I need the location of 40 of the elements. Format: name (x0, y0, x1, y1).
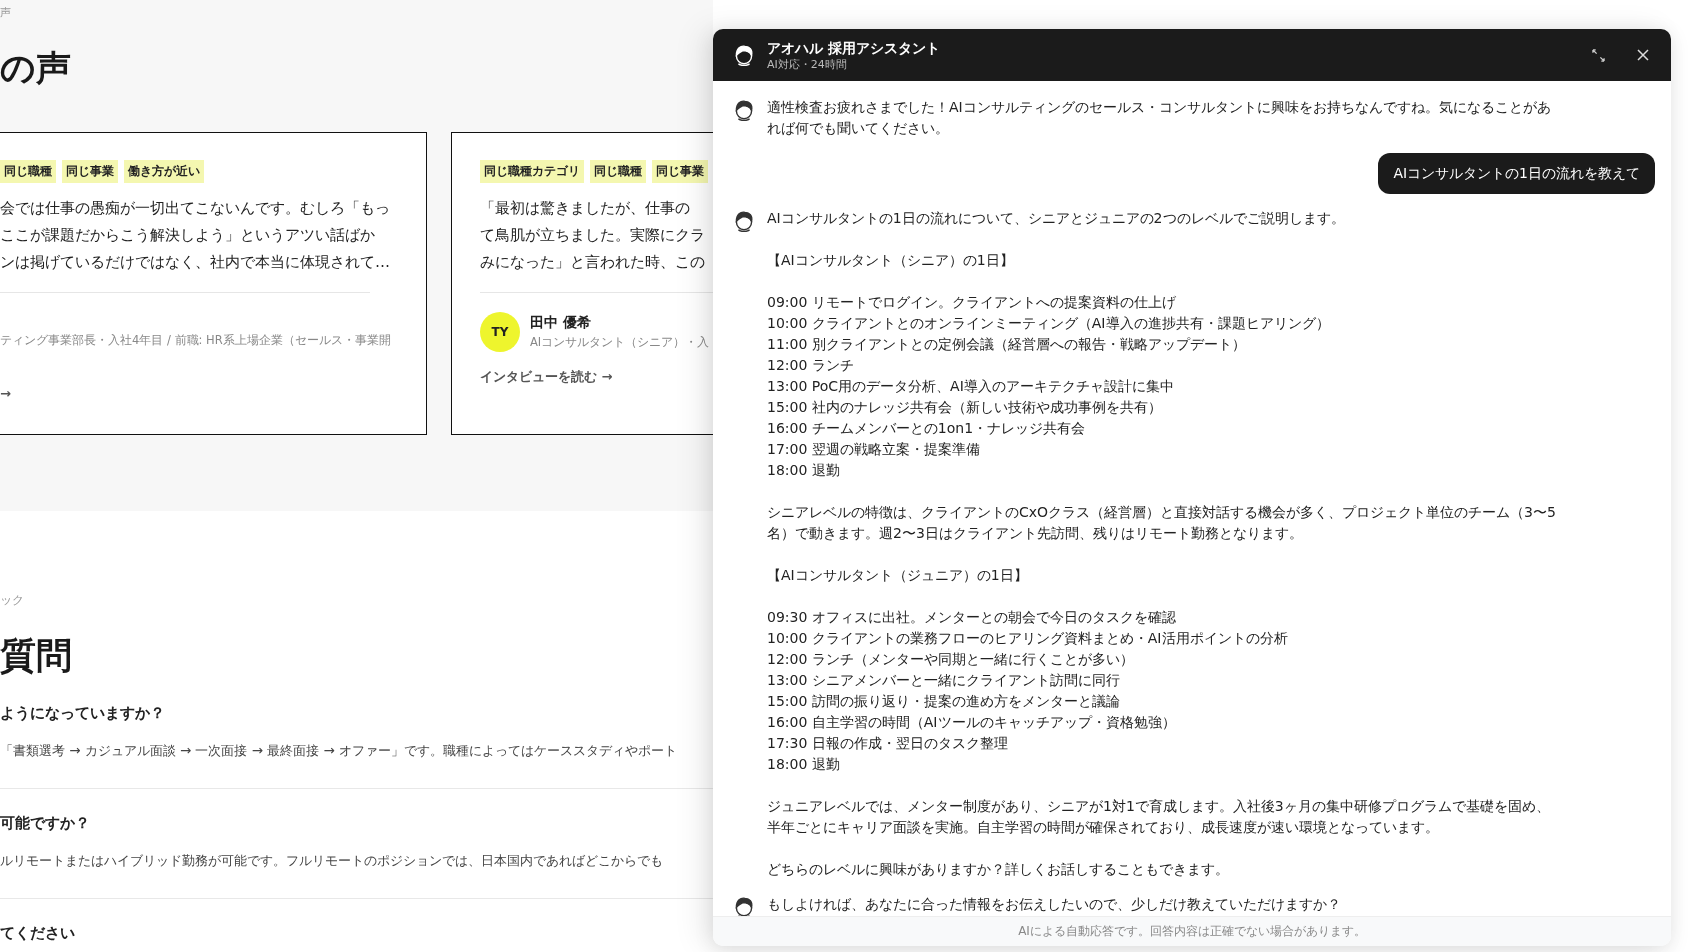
quote-line: みになった」と言われた時、この (480, 252, 705, 273)
author-role: AIコンサルタント（シニア）・入 (530, 335, 710, 350)
author-name: 田中 優希 (530, 314, 591, 332)
quote-line: 「最初は驚きましたが、仕事の (480, 198, 690, 219)
disclaimer: AIによる自動応答です。回答内容は正確でない場合があります。 (1018, 923, 1366, 940)
user-message: AIコンサルタントの1日の流れを教えて (1378, 153, 1655, 194)
assistant-message: 【AIコンサルタント（ジュニア）の1日】 (767, 566, 1029, 585)
quote-line: 会では仕事の愚痴が一切出てこないんです。むしろ「もっ (0, 198, 390, 219)
assistant-message: もしよければ、あなたに合った情報をお伝えしたいので、少しだけ教えていただけますか？ (767, 895, 1342, 914)
quote-line: ここが課題だからこう解決しよう」というアツい話ばか (0, 225, 375, 246)
section-eyebrow: ック (0, 593, 24, 608)
faq-answer: 「書類選考 → カジュアル面談 → 一次面接 → 最終面接 → オファー」です。職種によってはケーススタディやポート (0, 742, 677, 760)
tag: 同じ職種 (0, 160, 56, 183)
assistant-message: ジュニアレベルでは、メンター制度があり、シニアが1対1で育成します。入社後3ヶ月の集中研修プログラムで基礎を固め、半年ごとにキャリア面談を実施。自主学習の時間が確保されており、成長速度が速い環境となっています。 (767, 797, 1551, 837)
tag: 同じ職種カテゴリ (480, 160, 584, 183)
avatar: TY (480, 312, 520, 352)
quote-line: て鳥肌が立ちました。実際にクラ (480, 225, 705, 246)
faq-answer: ルリモートまたはハイブリッド勤務が可能です。フルリモートのポジションでは、日本国内であればどこからでも (0, 852, 663, 870)
tag: 同じ事業 (62, 160, 118, 183)
assistant-message: 09:30 オフィスに出社。メンターとの朝会で今日のタスクを確認 10:00 クライアントの業務フローのヒアリング資料まとめ・AI活用ポイントの分析 12:00 ランチ（メンターや同期と一緒に行くことが多い） 13:00 シニアメンバーと一緒にクライアント訪問に同行 15:00 訪問の振り返り・提案の進め方をメンターと議論 16:00 自主学習の時間（AIツールのキャッチアップ・資格勉強） 17:30 日報の作成・翌日のタスク整理 18:00 退勤 (767, 608, 1289, 774)
assistant-message: 09:00 リモートでログイン。クライアントへの提案資料の仕上げ 10:00 クライアントとのオンラインミーティング（AI導入の進捗共有・課題ヒアリング） 11:00 別クライアントとの定例会議（経営層への報告・戦略アップデート） 12:00 ランチ 13:00 PoC用のデータ分析、AI導入のアーキテクチャ設計に集中 15:00 社内のナレッジ共有会（新しい技術や成功事例を共有） 16:00 チームメンバーとの1on1・ナレッジ共有会 17:00 翌週の戦略立案・提案準備 18:00 退勤 (767, 293, 1331, 480)
tag: 働き方が近い (124, 160, 204, 183)
interview-link[interactable]: インタビューを読む → (480, 368, 613, 386)
chat-title: アオハル 採用アシスタント (767, 38, 940, 57)
faq-question[interactable]: てください (0, 924, 75, 943)
assistant-message: 適性検査お疲れさまでした！AIコンサルティングのセールス・コンサルタントに興味をお持ちなんですね。気になることがあれば何でも聞いてください。 (767, 98, 1552, 138)
chat-subtitle: AI対応・24時間 (767, 56, 847, 72)
tag: 同じ事業 (652, 160, 708, 183)
assistant-message: どちらのレベルに興味がありますか？詳しくお話しすることもできます。 (767, 860, 1230, 879)
assistant-message: シニアレベルの特徴は、クライアントのCxOクラス（経営層）と直接対話する機会が多く、プロジェクト単位のチーム（3〜5名）で動きます。週2〜3日はクライアント先訪問、残りはリモート勤務となります。 (767, 503, 1557, 543)
assistant-message: 【AIコンサルタント（シニア）の1日】 (767, 251, 1015, 270)
section-heading: 質問 (0, 634, 72, 678)
interview-link[interactable]: → (0, 386, 11, 401)
tag: 同じ職種 (590, 160, 646, 183)
faq-question[interactable]: ようになっていますか？ (0, 704, 165, 723)
author-role: ティング事業部長・入社4年目 / 前職: HR系上場企業（セールス・事業開 (0, 333, 391, 348)
assistant-message: AIコンサルタントの1日の流れについて、シニアとジュニアの2つのレベルでご説明します。 (767, 209, 1346, 228)
faq-question[interactable]: 可能ですか？ (0, 814, 90, 833)
section-heading: の声 (0, 47, 71, 90)
quote-line: ンは掲げているだけではなく、社内で本当に体現されて… (0, 252, 390, 273)
